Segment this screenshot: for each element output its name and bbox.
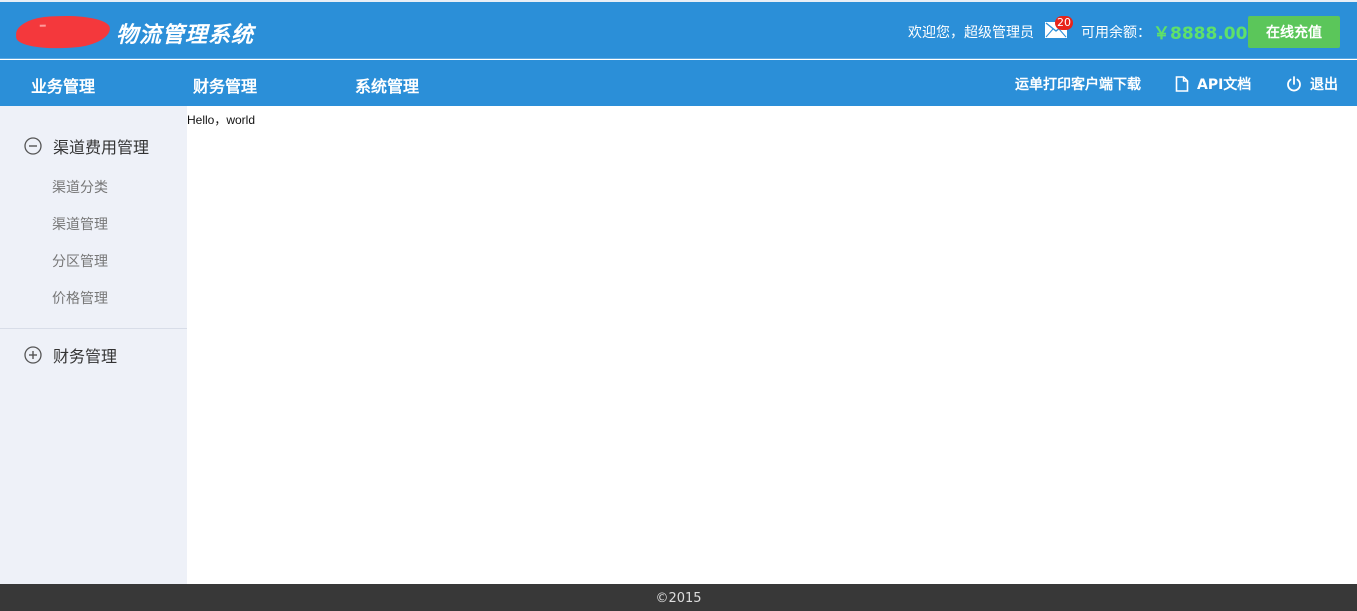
api-docs-label: API文档 <box>1197 77 1252 93</box>
balance-label: 可用余额： <box>1081 25 1151 41</box>
power-icon <box>1287 76 1301 92</box>
sidebar-item-channel-category[interactable]: 渠道分类 <box>52 177 108 197</box>
footer: ©2015 <box>0 584 1357 611</box>
sidebar-group-label: 财务管理 <box>53 347 118 366</box>
document-icon <box>1175 76 1189 92</box>
main-content: Hello，world <box>187 106 1357 584</box>
nav-item-system[interactable]: 系统管理 <box>355 73 419 97</box>
mail-count-badge[interactable]: 20 <box>1055 16 1073 30</box>
sidebar: 渠道费用管理 渠道分类 渠道管理 分区管理 价格管理 财务管理 <box>0 106 187 584</box>
logo-redacted[interactable] <box>15 14 111 50</box>
sidebar-group-label: 渠道费用管理 <box>53 138 150 157</box>
download-client-link[interactable]: 运单打印客户端下载 <box>1015 74 1141 94</box>
main-nav: 业务管理 财务管理 系统管理 运单打印客户端下载 API文档 退出 <box>0 60 1357 106</box>
top-header: 物流管理系统 欢迎您，超级管理员 20 可用余额： ￥8888.00 在线充值 <box>0 0 1357 59</box>
sidebar-group-finance[interactable]: 财务管理 <box>24 343 117 367</box>
nav-item-finance[interactable]: 财务管理 <box>193 73 257 97</box>
content-text: Hello，world <box>187 113 256 127</box>
nav-item-business[interactable]: 业务管理 <box>31 73 95 97</box>
logout-link[interactable]: 退出 <box>1286 74 1338 94</box>
welcome-text: 欢迎您，超级管理员 <box>908 25 1034 41</box>
balance-value: ￥8888.00 <box>1153 24 1248 44</box>
sidebar-divider <box>0 328 187 329</box>
logout-label: 退出 <box>1310 77 1338 93</box>
recharge-button[interactable]: 在线充值 <box>1248 16 1340 48</box>
api-docs-link[interactable]: API文档 <box>1175 74 1251 94</box>
sidebar-item-channel-manage[interactable]: 渠道管理 <box>52 214 108 234</box>
system-title: 物流管理系统 <box>116 23 255 48</box>
sidebar-item-price-manage[interactable]: 价格管理 <box>52 288 108 308</box>
plus-circle-icon <box>24 346 42 364</box>
minus-circle-icon <box>24 137 42 155</box>
download-client-label: 运单打印客户端下载 <box>1015 77 1141 93</box>
sidebar-group-channel-fee[interactable]: 渠道费用管理 <box>24 134 149 158</box>
sidebar-item-zone-manage[interactable]: 分区管理 <box>52 251 108 271</box>
copyright-text: ©2015 <box>655 591 702 606</box>
